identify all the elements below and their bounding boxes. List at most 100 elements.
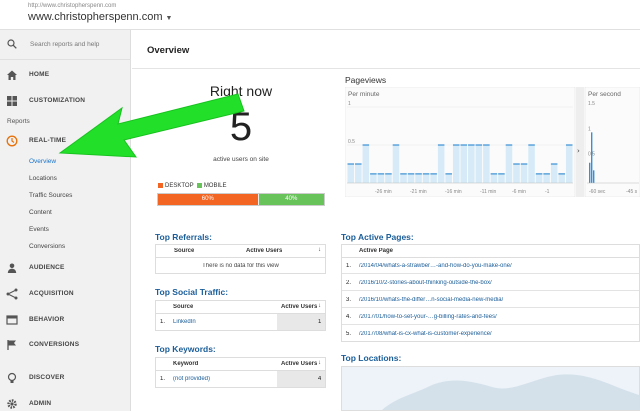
table-row: 3. /2016/10/whats-the-differ…n-social-me… xyxy=(342,292,639,308)
nav-realtime[interactable]: REAL-TIME xyxy=(0,130,131,152)
pageview-bar xyxy=(377,173,385,183)
realtime-conversions[interactable]: Conversions xyxy=(29,243,65,250)
page-link[interactable]: /2016/10/2-stories-about-thinking-outsid… xyxy=(359,280,492,286)
x-tick-label: -1 xyxy=(545,189,550,195)
source-link[interactable]: LinkedIn xyxy=(173,319,196,325)
pageview-bar xyxy=(550,164,558,183)
dashboard-grid-icon xyxy=(7,96,17,106)
col-active-page: Active Page xyxy=(359,248,394,254)
nav-behavior[interactable]: BEHAVIOR xyxy=(0,309,131,331)
nav-discover[interactable]: DISCOVER xyxy=(0,367,131,389)
sidebar: Search reports and help HOME CUSTOMIZATI… xyxy=(0,30,131,411)
top-pages-table: Active Page 1. /2014/04/whats-a-strawber… xyxy=(341,244,640,342)
pageview-bar xyxy=(468,145,475,183)
pageview-bar xyxy=(430,173,437,183)
search-input[interactable]: Search reports and help xyxy=(30,41,99,48)
top-social-table: Source Active Users ↓ 1. LinkedIn 1 xyxy=(155,300,326,331)
acquisition-icon xyxy=(6,288,18,300)
page-link[interactable]: /2017/08/what-is-cx-what-is-customer-exp… xyxy=(359,331,492,337)
sort-arrow-icon[interactable]: ↓ xyxy=(318,360,321,366)
col-active-users[interactable]: Active Users xyxy=(281,361,317,367)
pageview-bar xyxy=(490,173,498,183)
active-users-label: active users on site xyxy=(213,156,269,163)
pageview-bar xyxy=(528,145,535,183)
sort-arrow-icon[interactable]: ↓ xyxy=(318,303,321,309)
table-header: Keyword Active Users ↓ xyxy=(156,358,325,371)
pageview-bar xyxy=(392,145,400,183)
top-referrals-title: Top Referrals: xyxy=(155,232,212,242)
nav-audience[interactable]: AUDIENCE xyxy=(0,257,131,279)
y-tick-label: 1.5 xyxy=(588,101,595,107)
property-selector[interactable]: www.christopherspenn.com ▼ xyxy=(28,11,172,23)
device-legend: DESKTOP MOBILE xyxy=(158,183,227,189)
pageview-bar xyxy=(505,145,513,183)
pageview-bar xyxy=(400,173,407,183)
realtime-traffic-sources[interactable]: Traffic Sources xyxy=(29,192,72,199)
x-tick-label: -26 min xyxy=(375,189,392,195)
top-keywords-title: Top Keywords: xyxy=(155,344,216,354)
pageview-bar xyxy=(558,173,565,183)
table-header: Source Active Users ↓ xyxy=(156,301,325,314)
x-tick-label: -45 s xyxy=(626,189,638,195)
y-tick-label: 0.5 xyxy=(348,139,355,145)
page-link[interactable]: /2017/01/how-to-set-your-…g-billing-rate… xyxy=(359,314,497,320)
col-active-users[interactable]: Active Users xyxy=(281,304,317,310)
mobile-legend-label: MOBILE xyxy=(203,183,227,190)
table-row: 1. (not provided) 4 xyxy=(156,371,325,387)
pageview-bar xyxy=(362,145,370,183)
pageviews-chart: Per minute Per second › 1 0.5 -26 min -21 min -… xyxy=(345,87,640,197)
nav-home[interactable]: HOME xyxy=(0,64,131,86)
pageview-bar xyxy=(475,145,483,183)
nav-admin[interactable]: ADMIN xyxy=(0,393,131,411)
panel-separator xyxy=(576,87,584,197)
pageview-bar xyxy=(445,173,452,183)
table-row: 5. /2017/08/what-is-cx-what-is-customer-… xyxy=(342,326,639,342)
col-active-users[interactable]: Active Users xyxy=(246,248,282,254)
search-icon xyxy=(7,39,17,49)
top-referrals-table: Source Active Users ↓ There is no data f… xyxy=(155,244,326,274)
nav-customization[interactable]: CUSTOMIZATION xyxy=(0,90,131,112)
y-tick-label: 1 xyxy=(588,126,591,132)
title-divider xyxy=(132,68,640,69)
col-source: Source xyxy=(174,248,195,254)
top-social-title: Top Social Traffic: xyxy=(155,287,229,297)
gear-icon xyxy=(7,399,17,409)
chevron-right-icon: › xyxy=(577,147,580,155)
pageview-bar xyxy=(452,145,460,183)
page-link[interactable]: /2014/04/whats-a-strawber…-and-how-do-yo… xyxy=(359,263,512,269)
pageview-bar xyxy=(589,162,591,183)
pageview-bar xyxy=(543,173,550,183)
search-bar[interactable]: Search reports and help xyxy=(0,30,131,60)
row-index: 3. xyxy=(346,297,352,303)
locations-map[interactable] xyxy=(341,366,640,411)
pageview-bar xyxy=(422,173,430,183)
right-now-title: Right now xyxy=(209,83,273,99)
users-value: 4 xyxy=(318,376,322,382)
realtime-events[interactable]: Events xyxy=(29,226,49,233)
home-icon xyxy=(7,70,17,80)
per-minute-label: Per minute xyxy=(348,91,380,98)
pageview-bar xyxy=(415,173,422,183)
per-second-label: Per second xyxy=(588,91,621,98)
realtime-locations[interactable]: Locations xyxy=(29,175,57,182)
keyword-link[interactable]: (not provided) xyxy=(173,376,210,382)
chevron-down-icon: ▼ xyxy=(165,15,173,22)
x-tick-label: -11 min xyxy=(480,189,497,195)
realtime-content[interactable]: Content xyxy=(29,209,52,216)
pageview-bar xyxy=(347,164,355,183)
pageview-bar xyxy=(565,145,573,183)
sort-arrow-icon[interactable]: ↓ xyxy=(318,247,321,253)
nav-conversions[interactable]: CONVERSIONS xyxy=(0,334,131,356)
pageview-bar xyxy=(520,164,528,183)
nav-acquisition[interactable]: ACQUISITION xyxy=(0,283,131,305)
pageview-bar xyxy=(370,173,377,183)
mobile-bar-segment: 40% xyxy=(258,194,324,205)
account-url: http://www.christopherspenn.com xyxy=(28,3,117,9)
x-tick-label: -16 min xyxy=(445,189,462,195)
y-tick-label: 1 xyxy=(348,101,351,107)
table-header: Source Active Users ↓ xyxy=(156,245,325,258)
page-link[interactable]: /2016/10/whats-the-differ…n-social-media… xyxy=(359,297,503,303)
realtime-overview[interactable]: Overview xyxy=(29,158,56,165)
row-index: 5. xyxy=(346,331,352,337)
flag-icon xyxy=(7,340,16,350)
